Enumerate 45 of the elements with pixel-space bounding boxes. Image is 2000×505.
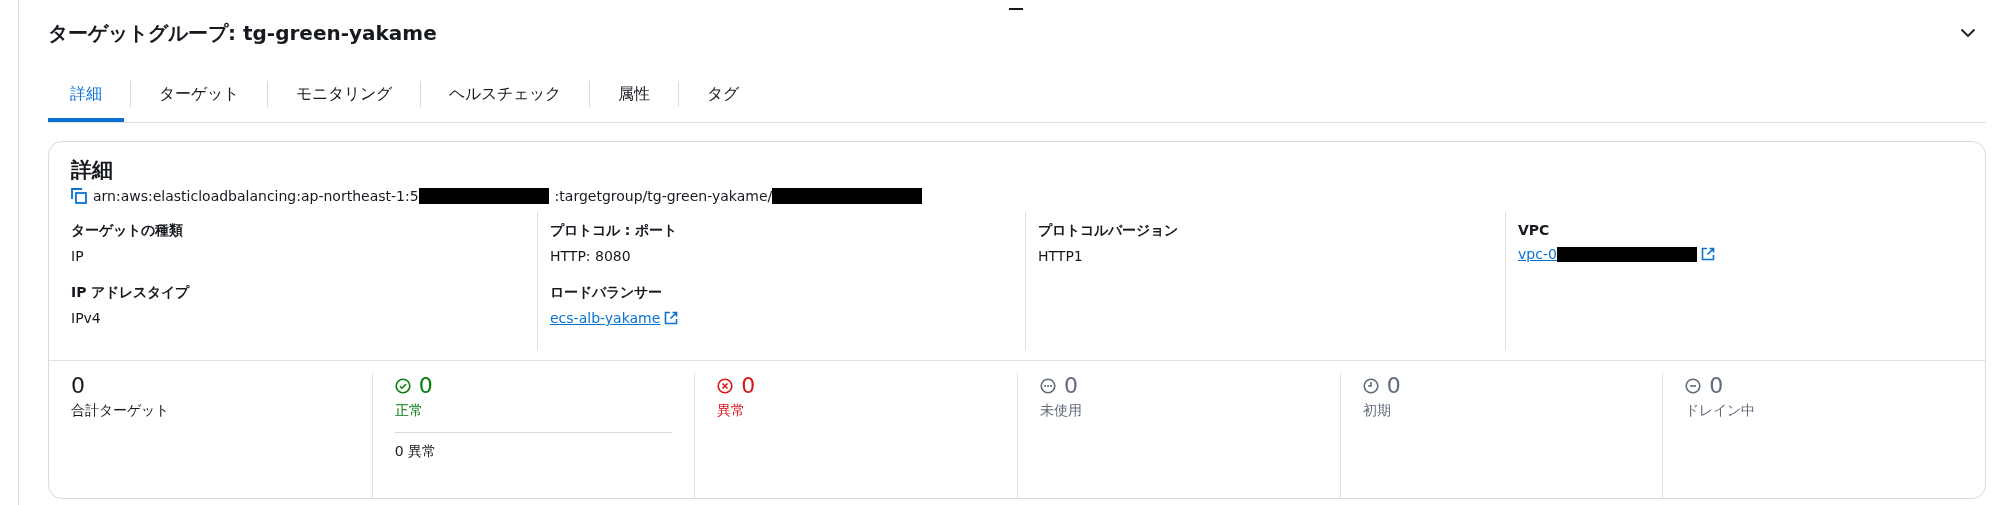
drag-handle[interactable] [1009,8,1023,10]
target-count: 0 [418,373,433,398]
target-count: 0 [1386,373,1401,398]
field-value: IP [71,248,85,264]
sub-count: 0 異常 [394,443,436,459]
tab[interactable]: 詳細 [48,66,124,122]
copy-icon[interactable] [71,188,87,204]
arn-text: arn:aws:elasticloadbalancing:ap-northeast-1:5 [93,188,419,204]
field-value: IPv4 [71,310,102,326]
chevron-down-icon[interactable] [1960,28,1976,38]
dots-circle-icon [1040,377,1056,394]
status-label: 未使用 [1040,402,1083,420]
clock-icon [1362,377,1379,394]
tab[interactable]: タグ [685,66,761,122]
tab[interactable]: 属性 [596,66,672,122]
minus-circle-icon [1685,377,1702,394]
target-count: 0 [1709,373,1724,398]
target-count: 0 [1064,373,1078,398]
arn-text: :targetgroup/tg-green-yakame/ [554,188,773,204]
resource-link[interactable]: vpc-0 [1518,246,1715,262]
field-label: プロトコルバージョン [1038,222,1179,240]
field-value: HTTP1 [1038,248,1084,264]
tab[interactable]: ヘルスチェック [427,66,583,122]
field-label: プロトコル : ポート [550,222,679,240]
field-label: VPC [1518,222,1551,238]
target-count: 0 [71,373,85,398]
external-link-icon [664,311,679,325]
status-label: 正常 [394,402,424,420]
field-label: ターゲットの種類 [71,222,184,240]
external-link-icon [1700,247,1715,261]
field-label: ロードバランサー [550,284,663,302]
resource-link[interactable]: ecs-alb-yakame [550,310,679,326]
tab[interactable]: モニタリング [274,66,414,122]
target-count: 0 [741,373,756,398]
field-value: HTTP: 8080 [550,248,632,264]
tab[interactable]: ターゲット [137,66,261,122]
field-label: IP アドレスタイプ [71,284,191,302]
status-label: 合計ターゲット [71,402,170,420]
status-label: 異常 [717,402,747,420]
x-circle-icon [717,377,734,394]
page-title: ターゲットグループ: tg-green-yakame [48,19,437,47]
status-label: 初期 [1362,402,1392,420]
check-circle-icon [394,377,411,394]
status-label: ドレイン中 [1685,402,1757,420]
section-heading: 詳細 [71,157,114,184]
